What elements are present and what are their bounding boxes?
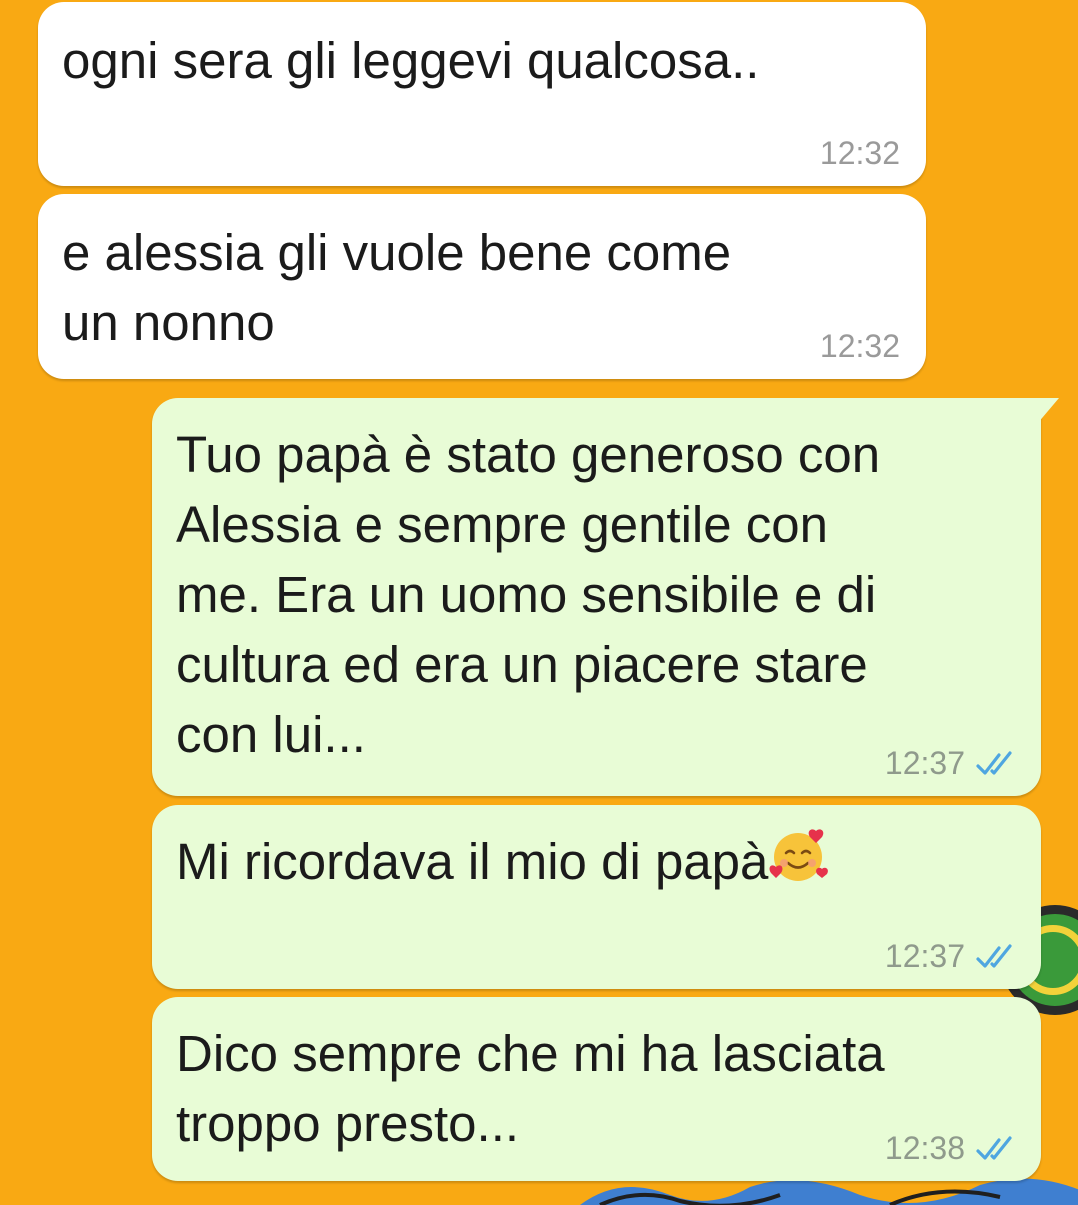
message-text: Tuo papà è stato generoso con Alessia e …: [176, 426, 881, 763]
double-check-read-icon: [976, 750, 1012, 775]
bubble-tail: [1037, 398, 1059, 424]
double-check-read-icon: [976, 943, 1012, 968]
message-time: 12:37: [884, 938, 965, 974]
message-bubble-incoming[interactable]: e alessia gli vuole bene come un nonno 1…: [38, 194, 926, 379]
message-text: Mi ricordava il mio di papà: [176, 833, 769, 890]
message-time: 12:32: [819, 135, 900, 171]
smiling-face-with-hearts-icon: [769, 829, 829, 881]
message-meta: 12:38: [885, 1130, 1015, 1167]
message-bubble-outgoing[interactable]: Tuo papà è stato generoso con Alessia e …: [152, 398, 1059, 796]
message-meta: 12:32: [820, 135, 900, 172]
message-bubble-incoming[interactable]: ogni sera gli leggevi qualcosa.. 12:32: [38, 2, 926, 186]
message-text: ogni sera gli leggevi qualcosa..: [62, 32, 760, 89]
double-check-read-icon: [976, 1135, 1012, 1160]
message-time: 12:37: [884, 745, 965, 781]
message-text-wrapper: Mi ricordava il mio di papà: [176, 827, 1026, 897]
message-bubble-outgoing[interactable]: Mi ricordava il mio di papà 12:37: [152, 805, 1041, 989]
message-bubble-outgoing[interactable]: Dico sempre che mi ha lasciata troppo pr…: [152, 997, 1041, 1181]
message-text: e alessia gli vuole bene come un nonno: [62, 224, 732, 351]
message-meta: 12:32: [820, 328, 900, 365]
message-meta: 12:37: [885, 745, 1015, 782]
message-meta: 12:37: [885, 938, 1015, 975]
message-time: 12:32: [819, 328, 900, 364]
message-time: 12:38: [884, 1130, 965, 1166]
